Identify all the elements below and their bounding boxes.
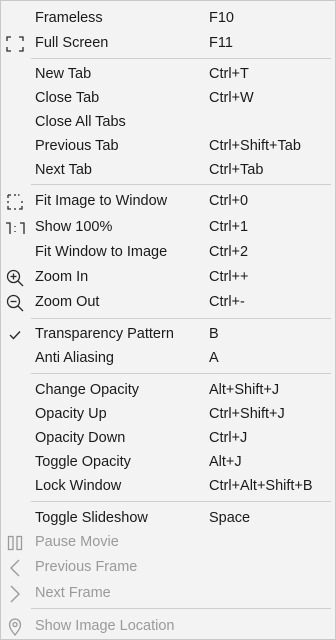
menu-item-label: Frameless <box>35 10 103 26</box>
menu-separator <box>31 501 331 502</box>
menu-item-shortcut: Space <box>209 510 251 526</box>
menu-item-shortcut: Ctrl++ <box>209 269 249 285</box>
menu-item-label: Fit Image to Window <box>35 193 168 209</box>
location-pin-icon <box>4 617 26 637</box>
menu-item-label: Previous Frame <box>35 559 138 575</box>
menu-item-shortcut: Ctrl+T <box>209 66 249 82</box>
menu-item-shortcut: Ctrl+Shift+J <box>209 406 285 422</box>
menu-item-shortcut: F11 <box>209 35 233 51</box>
menu-separator <box>31 373 331 374</box>
fit-image-icon <box>4 192 26 212</box>
menu-item-label: Opacity Up <box>35 406 107 422</box>
menu-item-label: Fit Window to Image <box>35 244 168 260</box>
menu-item-shortcut: Alt+J <box>209 454 242 470</box>
menu-item-shortcut: Ctrl+J <box>209 430 248 446</box>
menu-separator <box>31 318 331 319</box>
menu-item-label: Anti Aliasing <box>35 350 114 366</box>
menu-item-label: Full Screen <box>35 35 109 51</box>
menu-item-shortcut: Ctrl+Shift+Tab <box>209 138 301 154</box>
menu-item-label: Close All Tabs <box>35 114 126 130</box>
menu-item-shortcut: Ctrl+1 <box>209 219 249 235</box>
context-menu: Frameless F10 Full Screen F11 New Tab Ct… <box>0 0 336 640</box>
checkmark-icon <box>4 325 26 345</box>
menu-item-label: Show Image Location <box>35 618 175 634</box>
menu-separator <box>31 58 331 59</box>
zoom-in-icon <box>4 268 26 288</box>
menu-item-label: Show 100% <box>35 219 113 235</box>
menu-item-label: Toggle Opacity <box>35 454 131 470</box>
zoom-out-icon <box>4 293 26 313</box>
menu-item-label: Change Opacity <box>35 382 139 398</box>
menu-item-label: Opacity Down <box>35 430 126 446</box>
menu-item-shortcut: Ctrl+- <box>209 294 245 310</box>
menu-item-shortcut: F10 <box>209 10 234 26</box>
menu-item-label: Transparency Pattern <box>35 326 174 342</box>
chevron-left-icon <box>4 558 26 578</box>
menu-item-label: Zoom Out <box>35 294 100 310</box>
menu-separator <box>31 184 331 185</box>
menu-item-label: Previous Tab <box>35 138 119 154</box>
menu-item-shortcut: A <box>209 350 219 366</box>
menu-item-shortcut: Ctrl+2 <box>209 244 249 260</box>
menu-item-shortcut: Alt+Shift+J <box>209 382 280 398</box>
menu-item-label: Pause Movie <box>35 534 119 550</box>
menu-item-shortcut: Ctrl+Alt+Shift+B <box>209 478 313 494</box>
chevron-right-icon <box>4 584 26 604</box>
menu-item-shortcut: Ctrl+W <box>209 90 254 106</box>
pause-icon <box>4 533 26 553</box>
menu-item-shortcut: Ctrl+Tab <box>209 162 264 178</box>
menu-item-shortcut: B <box>209 326 219 342</box>
menu-item-label: Next Frame <box>35 585 111 601</box>
menu-item-label: Close Tab <box>35 90 100 106</box>
menu-separator <box>31 608 331 609</box>
menu-item-label: Lock Window <box>35 478 122 494</box>
menu-item-label: Zoom In <box>35 269 89 285</box>
menu-item-shortcut: Ctrl+0 <box>209 193 249 209</box>
menu-item-label: Toggle Slideshow <box>35 510 148 526</box>
fullscreen-icon <box>4 34 26 54</box>
menu-item-label: New Tab <box>35 66 92 82</box>
menu-item-label: Next Tab <box>35 162 92 178</box>
actual-size-icon <box>4 218 26 238</box>
